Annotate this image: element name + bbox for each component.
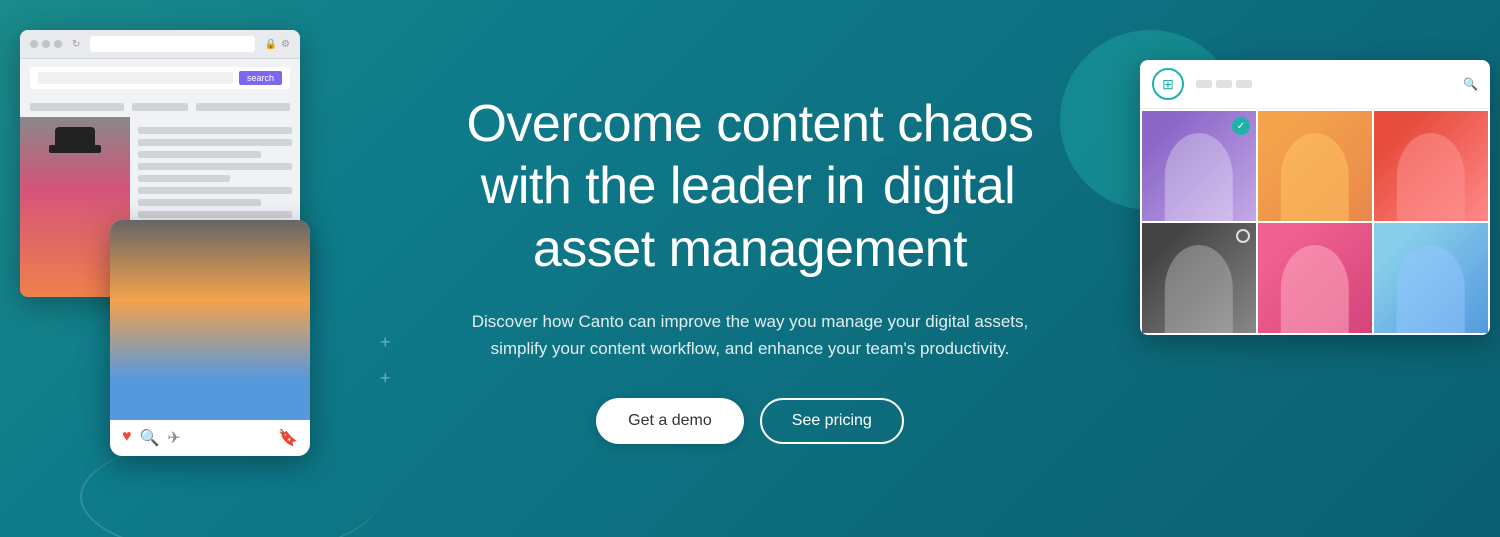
hero-subheadline: Discover how Canto can improve the way y… xyxy=(466,308,1033,362)
person-shape-5 xyxy=(1281,245,1349,333)
social-media-image xyxy=(110,220,310,420)
toolbar-dot-1 xyxy=(1196,80,1212,88)
browser-url-bar xyxy=(90,36,254,52)
dam-toolbar: ⊞ 🔍 xyxy=(1140,60,1490,109)
hero-headline: Overcome content chaos with the leader i… xyxy=(466,93,1033,280)
nav-line-3 xyxy=(196,103,290,111)
person-shape-4 xyxy=(1165,245,1233,333)
text-line-8 xyxy=(138,211,292,218)
grid-cell-3 xyxy=(1374,111,1488,221)
plus-icon-2: + xyxy=(380,369,391,387)
grid-cell-5 xyxy=(1258,223,1372,333)
dam-view-icon: ⊞ xyxy=(1152,68,1184,100)
browser-search-bar: search xyxy=(30,67,290,89)
person-shape-2 xyxy=(1281,133,1349,221)
toolbar-dots xyxy=(1196,80,1252,88)
text-line-3 xyxy=(138,151,261,158)
settings-icon: ⚙ xyxy=(281,39,290,50)
browser-dot-3 xyxy=(54,40,62,48)
cta-button-group: Get a demo See pricing xyxy=(466,398,1033,444)
plus-icon-1: + xyxy=(380,333,391,351)
hat-brim xyxy=(49,145,101,153)
social-action-icons: ♥ 🔍 ✈ xyxy=(122,428,181,448)
grid-view-icon: ⊞ xyxy=(1162,76,1174,93)
selection-checkmark-1: ✓ xyxy=(1232,117,1250,135)
toolbar-dot-3 xyxy=(1236,80,1252,88)
headline-line-3: asset management xyxy=(533,220,967,278)
browser-dot-2 xyxy=(42,40,50,48)
nav-line-1 xyxy=(30,103,124,111)
right-dam-mockup: ⊞ 🔍 ✓ xyxy=(1140,60,1490,335)
selection-circle-4 xyxy=(1236,229,1250,243)
text-line-5 xyxy=(138,175,230,182)
search-magnifier-icon: 🔍 xyxy=(1463,77,1478,91)
headline-line-2: with the leader in digital xyxy=(481,157,1019,215)
toolbar-dot-2 xyxy=(1216,80,1232,88)
dam-search: 🔍 xyxy=(1463,77,1478,91)
hero-section: + + ↻ 🔒 ⚙ search xyxy=(0,0,1500,537)
headline-line-1: Overcome content chaos xyxy=(466,95,1033,153)
grid-cell-1: ✓ xyxy=(1142,111,1256,221)
get-demo-button[interactable]: Get a demo xyxy=(596,398,744,444)
text-line-7 xyxy=(138,199,261,206)
hero-center-content: Overcome content chaos with the leader i… xyxy=(446,93,1053,445)
bookmark-icon: 🔖 xyxy=(278,428,298,448)
search-button-mock: search xyxy=(239,71,282,85)
browser-action-icons: 🔒 ⚙ xyxy=(265,39,290,50)
text-line-4 xyxy=(138,163,292,170)
see-pricing-button[interactable]: See pricing xyxy=(760,398,904,444)
person-shape-3 xyxy=(1397,133,1465,221)
browser-nav-lines xyxy=(20,97,300,117)
lock-icon: 🔒 xyxy=(265,39,277,50)
dancing-person-image xyxy=(110,220,310,420)
text-line-6 xyxy=(138,187,292,194)
share-icon: ✈ xyxy=(167,428,180,448)
heart-icon: ♥ xyxy=(122,428,132,448)
search-icon: 🔍 xyxy=(140,428,160,448)
social-media-footer: ♥ 🔍 ✈ 🔖 xyxy=(110,420,310,456)
person-shape-1 xyxy=(1165,133,1233,221)
browser-dot-1 xyxy=(30,40,38,48)
text-line-1 xyxy=(138,127,292,134)
left-social-mockup: ♥ 🔍 ✈ 🔖 xyxy=(110,220,310,456)
browser-window-controls xyxy=(30,40,62,48)
headline-highlight: digital xyxy=(879,157,1019,215)
decorative-plus-signs: + + xyxy=(380,333,391,387)
asset-image-grid: ✓ xyxy=(1140,109,1490,335)
grid-cell-2 xyxy=(1258,111,1372,221)
refresh-icon: ↻ xyxy=(72,39,80,50)
browser-toolbar: ↻ 🔒 ⚙ xyxy=(20,30,300,59)
nav-line-2 xyxy=(132,103,188,111)
grid-cell-6 xyxy=(1374,223,1488,333)
grid-cell-4 xyxy=(1142,223,1256,333)
text-line-2 xyxy=(138,139,292,146)
person-shape-6 xyxy=(1397,245,1465,333)
search-input-mock xyxy=(38,72,233,84)
